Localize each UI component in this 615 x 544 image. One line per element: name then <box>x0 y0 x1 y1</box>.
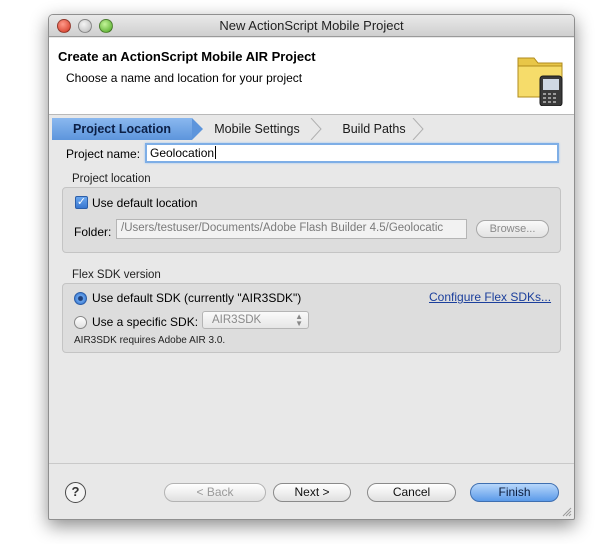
use-default-sdk-radio[interactable] <box>74 292 87 305</box>
page-subtitle: Choose a name and location for your proj… <box>66 71 303 85</box>
wizard-header: Create an ActionScript Mobile AIR Projec… <box>49 38 574 115</box>
browse-button[interactable]: Browse... <box>476 220 549 238</box>
page-title: Create an ActionScript Mobile AIR Projec… <box>58 49 316 64</box>
folder-label: Folder: <box>74 225 112 239</box>
close-window-button[interactable] <box>57 19 71 33</box>
use-default-sdk-label[interactable]: Use default SDK (currently "AIR3SDK") <box>92 291 301 305</box>
project-name-label: Project name: <box>66 147 141 161</box>
folder-device-icon <box>517 57 563 106</box>
text-caret <box>215 146 217 159</box>
select-arrows-icon: ▲ ▼ <box>295 312 303 328</box>
footer-divider <box>49 463 574 464</box>
window-title: New ActionScript Mobile Project <box>219 18 404 33</box>
resize-grip-icon[interactable] <box>561 506 572 517</box>
project-name-input[interactable]: Geolocation <box>145 143 559 163</box>
title-bar[interactable]: New ActionScript Mobile Project <box>49 15 574 37</box>
use-specific-sdk-label[interactable]: Use a specific SDK: <box>92 315 198 329</box>
flex-sdk-group-title: Flex SDK version <box>72 269 161 281</box>
specific-sdk-select[interactable]: AIR3SDK ▲ ▼ <box>202 311 309 329</box>
finish-button[interactable]: Finish <box>470 483 559 502</box>
folder-path-input[interactable]: /Users/testuser/Documents/Adobe Flash Bu… <box>116 219 467 239</box>
zoom-window-button[interactable] <box>99 19 113 33</box>
help-button[interactable]: ? <box>65 482 86 503</box>
project-location-group-title: Project location <box>72 173 151 185</box>
dialog-window: New ActionScript Mobile Project Create a… <box>48 14 575 520</box>
chevron-right-icon <box>412 118 424 140</box>
step-mobile-settings[interactable]: Mobile Settings <box>202 118 312 140</box>
step-project-location[interactable]: Project Location <box>52 118 192 140</box>
sdk-requirement-note: AIR3SDK requires Adobe AIR 3.0. <box>74 335 226 346</box>
back-button[interactable]: < Back <box>164 483 266 502</box>
configure-flex-sdks-link[interactable]: Configure Flex SDKs... <box>429 290 551 304</box>
cancel-button[interactable]: Cancel <box>367 483 456 502</box>
step-build-paths[interactable]: Build Paths <box>324 118 424 140</box>
use-default-location-checkbox[interactable]: ✓ <box>75 196 88 209</box>
wizard-steps: Project Location Mobile Settings Build P… <box>52 118 573 140</box>
use-default-location-label[interactable]: Use default location <box>92 196 197 210</box>
next-button[interactable]: Next > <box>273 483 351 502</box>
use-specific-sdk-radio[interactable] <box>74 316 87 329</box>
chevron-right-icon <box>310 118 322 140</box>
minimize-window-button[interactable] <box>78 19 92 33</box>
